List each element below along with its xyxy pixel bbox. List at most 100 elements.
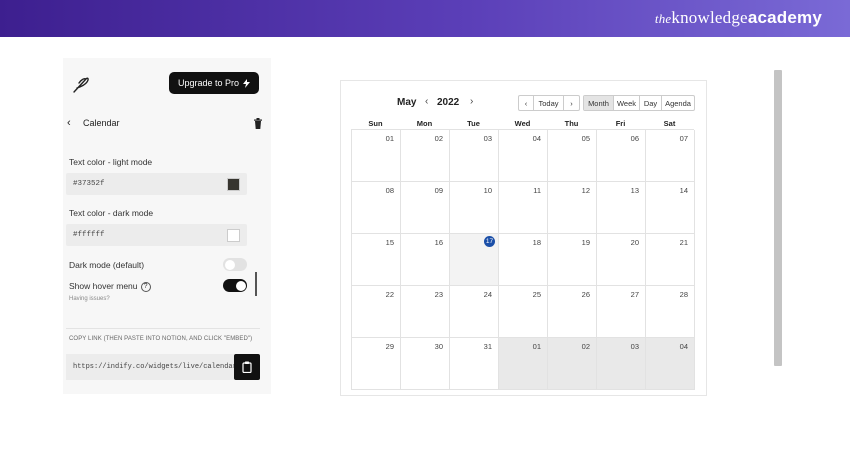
text-color-dark-field[interactable]: #ffffff — [66, 224, 247, 246]
day-cells: 01 02 03 04 05 06 07 08 09 10 11 12 13 14 15 16 17 18 19 20… — [351, 129, 695, 390]
date-number: 25 — [532, 290, 541, 299]
toggle-knob — [235, 280, 246, 291]
prev-year-icon[interactable]: ‹ — [425, 96, 428, 107]
feather-logo-icon — [73, 77, 89, 93]
day-cell[interactable]: 10 — [450, 182, 499, 234]
day-cell[interactable]: 11 — [499, 182, 548, 234]
day-cell[interactable]: 05 — [548, 130, 597, 182]
day-cell[interactable]: 27 — [597, 286, 646, 338]
panel-scrollbar[interactable] — [255, 272, 257, 296]
date-number: 04 — [532, 134, 541, 143]
prev-month-button[interactable]: ‹ — [519, 96, 534, 110]
day-cell[interactable]: 21 — [646, 234, 695, 286]
toggle-knob — [224, 259, 235, 270]
clipboard-icon — [242, 361, 252, 373]
day-cell[interactable]: 06 — [597, 130, 646, 182]
day-cell[interactable]: 16 — [401, 234, 450, 286]
day-cell[interactable]: 18 — [499, 234, 548, 286]
text-color-light-field[interactable]: #37352f — [66, 173, 247, 195]
year-label: 2022 — [437, 97, 460, 108]
day-cell[interactable]: 15 — [352, 234, 401, 286]
lightning-icon — [243, 78, 251, 88]
day-cell[interactable]: 25 — [499, 286, 548, 338]
date-number: 06 — [630, 134, 639, 143]
day-cell[interactable]: 29 — [352, 338, 401, 390]
day-cell[interactable]: 13 — [597, 182, 646, 234]
copy-link-button[interactable] — [234, 354, 260, 380]
page-scrollbar[interactable] — [774, 70, 782, 366]
date-number: 13 — [630, 186, 639, 195]
hover-menu-toggle[interactable] — [223, 279, 247, 292]
calendar-widget: May ‹ 2022 › ‹ Today › Month Week Day Ag… — [340, 80, 707, 396]
day-cell[interactable]: 22 — [352, 286, 401, 338]
day-cell[interactable]: 04 — [646, 338, 695, 390]
day-cell[interactable]: 31 — [450, 338, 499, 390]
weekday-label: Fri — [615, 119, 626, 128]
day-cell[interactable]: 01 — [352, 130, 401, 182]
date-number: 21 — [679, 238, 688, 247]
weekday-label: Tue — [467, 119, 480, 128]
embed-url-field[interactable]: https://indify.co/widgets/live/calendar/… — [66, 354, 234, 380]
day-cell[interactable]: 01 — [499, 338, 548, 390]
having-issues-link[interactable]: Having issues? — [69, 296, 110, 302]
help-icon[interactable]: ? — [140, 281, 151, 292]
weekday-label: Mon — [416, 119, 433, 128]
hover-menu-label: Show hover menu? — [69, 281, 151, 292]
day-cell[interactable]: 03 — [597, 338, 646, 390]
view-day-button[interactable]: Day — [640, 96, 662, 110]
day-cell[interactable]: 09 — [401, 182, 450, 234]
day-cell[interactable]: 02 — [548, 338, 597, 390]
weekday-label: Sun — [368, 119, 383, 128]
date-number: 01 — [532, 342, 541, 351]
view-agenda-button[interactable]: Agenda — [662, 96, 694, 110]
day-cell[interactable]: 14 — [646, 182, 695, 234]
today-button[interactable]: Today — [534, 96, 564, 110]
date-number: 26 — [581, 290, 590, 299]
date-number: 11 — [533, 186, 541, 195]
date-nav-group: ‹ Today › — [518, 95, 580, 111]
section-header: ‹ Calendar — [67, 116, 263, 130]
date-number: 12 — [581, 186, 590, 195]
day-cell[interactable]: 28 — [646, 286, 695, 338]
day-cell[interactable]: 08 — [352, 182, 401, 234]
day-cell[interactable]: 17 — [450, 234, 499, 286]
weekday-header: Sun Mon Tue Wed Thu Fri Sat — [351, 119, 694, 129]
day-cell[interactable]: 04 — [499, 130, 548, 182]
day-cell[interactable]: 07 — [646, 130, 695, 182]
divider — [66, 328, 260, 329]
view-week-button[interactable]: Week — [614, 96, 640, 110]
date-number: 14 — [679, 186, 688, 195]
date-number: 27 — [630, 290, 639, 299]
next-year-icon[interactable]: › — [470, 96, 473, 107]
day-cell[interactable]: 03 — [450, 130, 499, 182]
day-cell[interactable]: 19 — [548, 234, 597, 286]
date-number: 15 — [385, 238, 394, 247]
back-chevron-icon[interactable]: ‹ — [67, 117, 79, 129]
date-number: 07 — [679, 134, 688, 143]
trash-icon[interactable] — [253, 117, 263, 129]
view-month-button[interactable]: Month — [584, 96, 614, 110]
date-number: 09 — [434, 186, 443, 195]
date-number: 02 — [581, 342, 590, 351]
day-cell[interactable]: 30 — [401, 338, 450, 390]
view-switcher: Month Week Day Agenda — [583, 95, 695, 111]
day-cell[interactable]: 23 — [401, 286, 450, 338]
color-swatch-dark[interactable] — [227, 229, 240, 242]
day-cell[interactable]: 24 — [450, 286, 499, 338]
color-swatch-light[interactable] — [227, 178, 240, 191]
date-number: 24 — [483, 290, 492, 299]
date-number: 01 — [385, 134, 394, 143]
dark-mode-toggle[interactable] — [223, 258, 247, 271]
month-label: May — [397, 97, 417, 108]
day-cell[interactable]: 12 — [548, 182, 597, 234]
upgrade-to-pro-button[interactable]: Upgrade to Pro — [169, 72, 259, 94]
settings-panel: Upgrade to Pro ‹ Calendar Text color - l… — [63, 58, 271, 394]
month-grid: Sun Mon Tue Wed Thu Fri Sat 01 02 03 04 05 06 07 08 09… — [351, 119, 695, 390]
next-month-button[interactable]: › — [564, 96, 579, 110]
date-number: 08 — [385, 186, 394, 195]
weekday-label: Wed — [514, 119, 531, 128]
day-cell[interactable]: 02 — [401, 130, 450, 182]
day-cell[interactable]: 20 — [597, 234, 646, 286]
day-cell[interactable]: 26 — [548, 286, 597, 338]
date-number: 03 — [483, 134, 492, 143]
